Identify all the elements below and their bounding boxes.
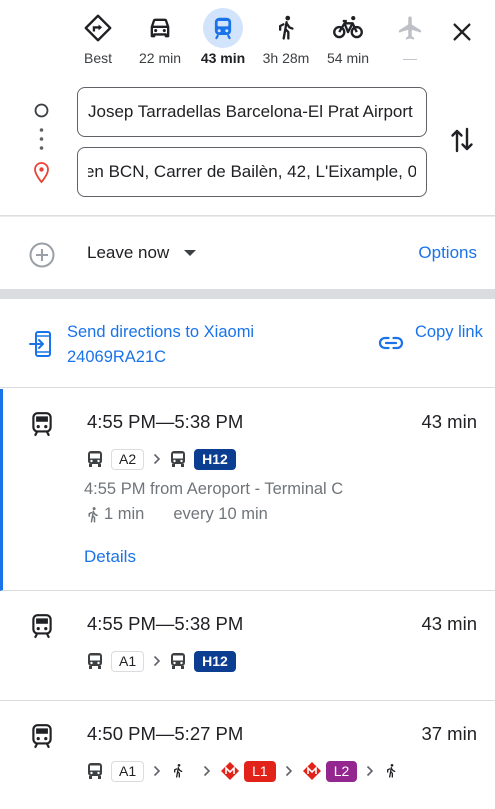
destination-pin-icon [34, 162, 49, 184]
train-icon [32, 724, 52, 749]
route-chip: A2 [111, 448, 145, 470]
chevron-right-icon [357, 765, 383, 777]
mode-flight-label: — [403, 50, 417, 66]
send-directions-row: Send directions to Xiaomi 24069RA21C Cop… [0, 300, 495, 388]
metro-logo-icon [220, 761, 240, 781]
trip-steps: A1 L1 L2 [87, 759, 407, 783]
mode-flight-button[interactable]: — [380, 8, 440, 72]
route-chip: A1 [111, 650, 145, 672]
trip-duration: 37 min [421, 723, 477, 744]
mode-bike-label: 54 min [326, 50, 370, 66]
train-icon [32, 412, 52, 437]
origin-circle-icon [34, 103, 49, 118]
caret-down-icon [184, 250, 197, 256]
chevron-right-icon [276, 765, 302, 777]
mode-drive-label: 22 min [138, 50, 182, 66]
details-link[interactable]: Details [84, 547, 136, 567]
leave-now-dropdown[interactable]: Leave now [87, 243, 197, 263]
trip-steps: A2 H12 [87, 447, 236, 471]
section-separator [0, 289, 495, 299]
mode-transit-button[interactable]: 43 min [193, 8, 253, 72]
route-diamond-icon [78, 8, 118, 48]
destination-field[interactable] [77, 147, 427, 197]
route-markers [30, 100, 54, 188]
trip-option-2[interactable]: 4:55 PM—5:38 PM 43 min A1 H12 [0, 591, 495, 701]
bus-icon [170, 652, 186, 670]
walking-icon [266, 8, 306, 48]
bicycle-icon [328, 8, 368, 48]
route-chip: A1 [111, 760, 145, 782]
origin-input[interactable] [78, 88, 426, 136]
walking-icon [383, 762, 399, 780]
send-to-phone-icon [29, 331, 51, 357]
walk-frequency-info: 1 min every 10 min [84, 505, 268, 524]
walking-icon [88, 506, 98, 522]
bus-icon [170, 450, 186, 468]
chevron-right-icon [194, 765, 220, 777]
divider [0, 215, 495, 217]
metro-logo-icon [302, 761, 322, 781]
mode-best-label: Best [83, 50, 112, 66]
mode-transit-label: 43 min [200, 50, 246, 66]
trip-times: 4:55 PM—5:38 PM [87, 411, 244, 432]
trip-times: 4:55 PM—5:38 PM [87, 613, 244, 634]
leave-now-label: Leave now [87, 243, 170, 262]
add-stop-icon[interactable] [28, 241, 56, 269]
walk-time: 1 min [104, 505, 145, 523]
close-button[interactable] [440, 12, 484, 52]
train-icon [203, 8, 243, 48]
swap-button[interactable] [444, 122, 480, 158]
copy-link-button[interactable]: Copy link [415, 320, 485, 345]
close-icon [453, 23, 471, 41]
route-chip: L1 [244, 760, 276, 782]
departure-row: Leave now Options [0, 225, 495, 285]
options-button[interactable]: Options [418, 243, 477, 263]
chevron-right-icon [144, 765, 170, 777]
mode-drive-button[interactable]: 22 min [130, 8, 190, 72]
link-icon [378, 336, 404, 350]
mode-walk-button[interactable]: 3h 28m [256, 8, 316, 72]
route-chip: H12 [194, 448, 236, 470]
destination-input[interactable] [78, 148, 426, 196]
bus-icon [87, 762, 103, 780]
trip-option-3[interactable]: 4:50 PM—5:27 PM 37 min A1 L1 L2 [0, 701, 495, 809]
mode-bike-button[interactable]: 54 min [318, 8, 378, 72]
walking-icon [170, 762, 186, 780]
send-directions-link[interactable]: Send directions to Xiaomi 24069RA21C [67, 320, 347, 370]
airplane-icon [390, 8, 430, 48]
route-chip: H12 [194, 650, 236, 672]
trip-duration: 43 min [421, 411, 477, 432]
route-chip: L2 [325, 760, 358, 782]
mode-best-button[interactable]: Best [68, 8, 128, 72]
frequency: every 10 min [173, 505, 268, 523]
bus-icon [87, 652, 103, 670]
trip-steps: A1 H12 [87, 649, 236, 673]
mode-walk-label: 3h 28m [262, 50, 310, 66]
trip-times: 4:50 PM—5:27 PM [87, 723, 244, 744]
trip-duration: 43 min [421, 613, 477, 634]
chevron-right-icon [144, 655, 170, 667]
origin-field[interactable] [77, 87, 427, 137]
chevron-right-icon [144, 453, 170, 465]
travel-mode-bar: Best 22 min 43 min 3h 28m 54 min — [0, 0, 495, 80]
departure-info: 4:55 PM from Aeroport - Terminal C [84, 480, 344, 498]
train-icon [32, 614, 52, 639]
bus-icon [87, 450, 103, 468]
car-icon [140, 8, 180, 48]
swap-arrows-icon [451, 127, 473, 153]
